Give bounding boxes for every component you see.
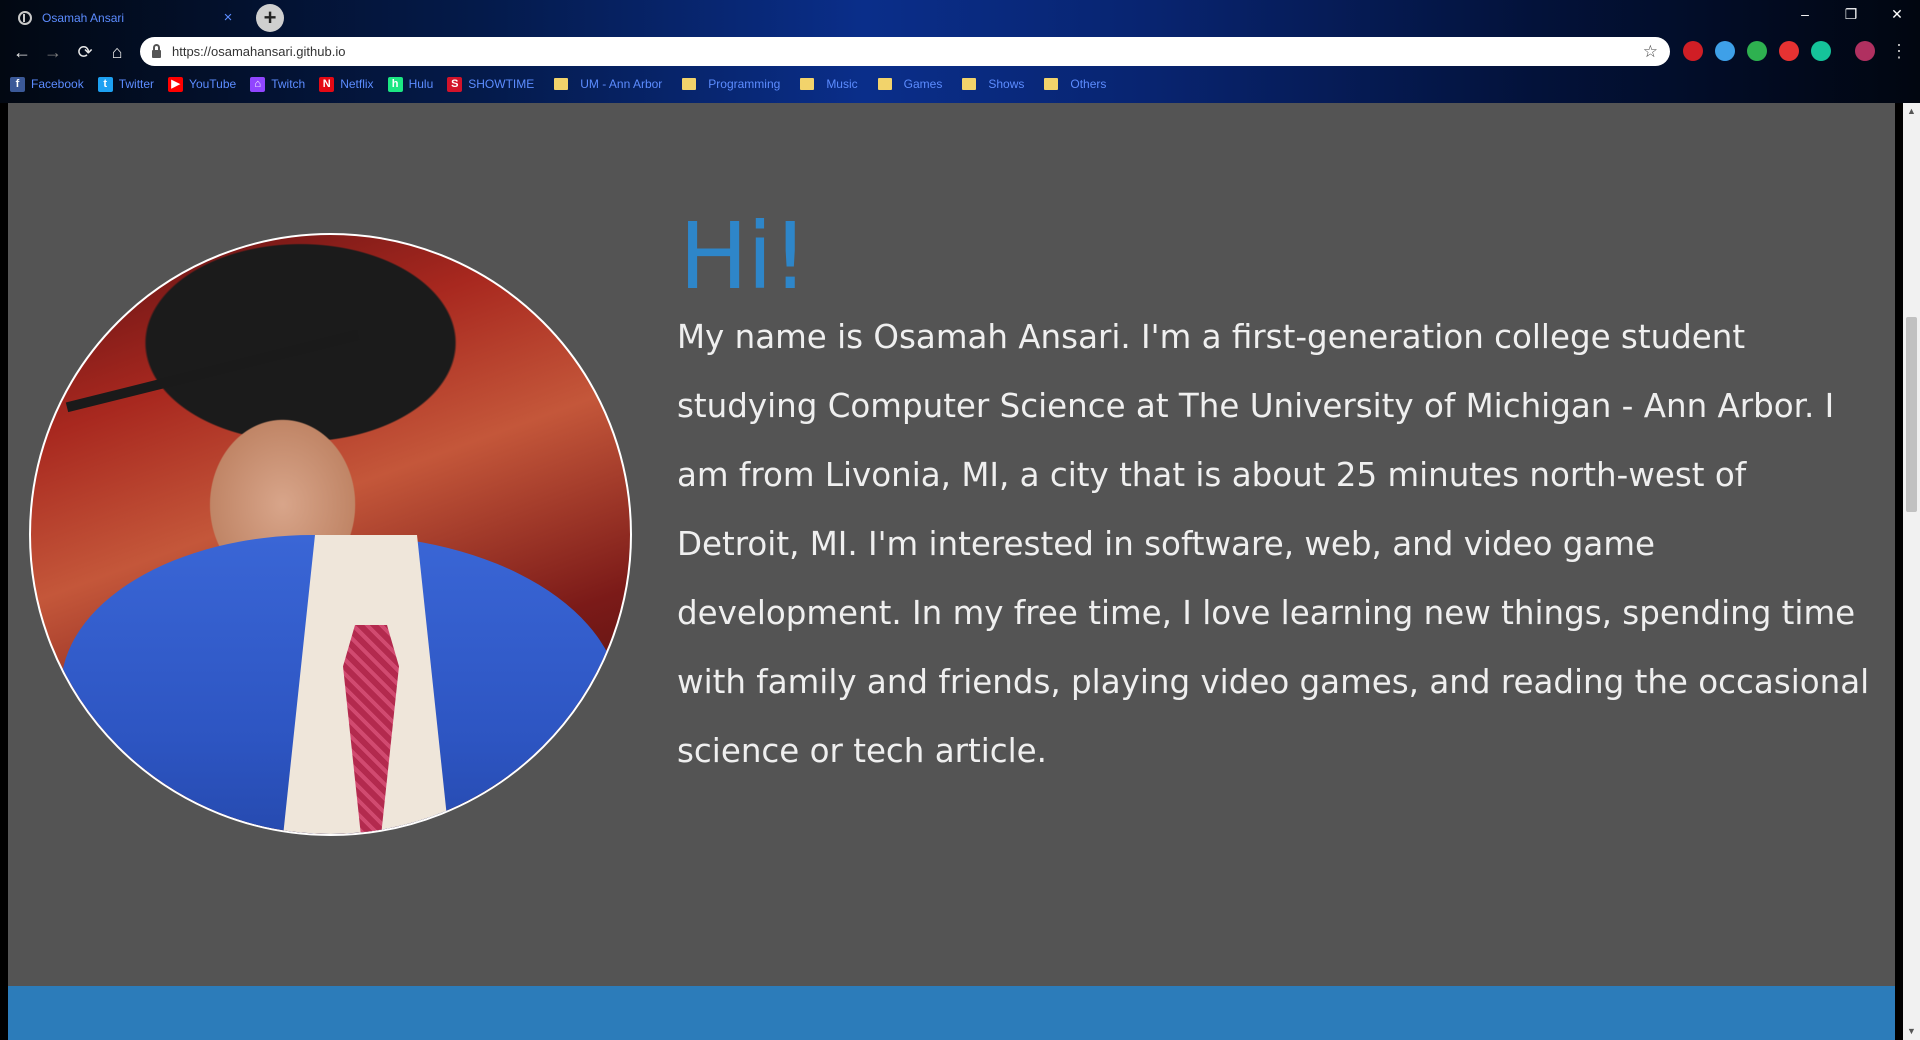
bookmark-folder-label: Shows: [988, 77, 1025, 91]
photo-glasses: [65, 329, 377, 481]
restore-button[interactable]: ❐: [1828, 0, 1874, 30]
url-text[interactable]: https://osamahansari.github.io: [172, 44, 1643, 59]
folder-icon: [554, 78, 569, 90]
bookmark-label: Twitter: [118, 77, 155, 91]
scroll-down-arrow-icon[interactable]: ▼: [1903, 1023, 1920, 1040]
lock-icon: [152, 43, 161, 58]
address-bar[interactable]: https://osamahansari.github.io ☆: [140, 37, 1670, 66]
bookmark-label: Twitch: [271, 77, 306, 91]
facebook-icon: f: [10, 76, 25, 92]
bookmark-folder-label: Others: [1070, 77, 1107, 91]
bookmark-label: SHOWTIME: [468, 77, 535, 91]
greeting-heading: Hi!: [679, 203, 809, 310]
minimize-button[interactable]: –: [1782, 0, 1828, 30]
extension-icon-3[interactable]: [1747, 41, 1767, 61]
bookmark-facebook[interactable]: f Facebook: [10, 76, 84, 92]
bookmark-star-icon[interactable]: ☆: [1643, 42, 1658, 62]
folder-icon: [962, 78, 977, 90]
tab-strip: Osamah Ansari × + – ❐ ✕: [0, 0, 1920, 33]
twitter-icon: t: [97, 76, 113, 92]
close-window-button[interactable]: ✕: [1874, 0, 1920, 30]
bookmark-folder-others[interactable]: Others: [1038, 77, 1106, 91]
browser-toolbar: ← → ⟳ ⌂ https://osamahansari.github.io ☆…: [0, 36, 1920, 68]
bookmark-folder-shows[interactable]: Shows: [956, 77, 1024, 91]
bookmark-label: Facebook: [31, 77, 84, 91]
vertical-scrollbar[interactable]: ▲ ▼: [1903, 103, 1920, 1040]
forward-button[interactable]: →: [39, 38, 67, 66]
bookmark-folder-label: UM - Ann Arbor: [580, 77, 663, 91]
bookmark-folder-programming[interactable]: Programming: [676, 77, 780, 91]
bookmarks-bar: f Facebook t Twitter ▶ YouTube ⌂ Twitch …: [10, 72, 1120, 96]
bookmark-folder-label: Programming: [708, 77, 781, 91]
bookmark-folder-label: Games: [903, 77, 943, 91]
bookmark-youtube[interactable]: ▶ YouTube: [168, 76, 237, 92]
next-section-band: [8, 986, 1895, 1040]
netflix-icon: N: [319, 76, 335, 92]
page-viewport: Hi! My name is Osamah Ansari. I'm a firs…: [0, 103, 1920, 1040]
about-section: Hi! My name is Osamah Ansari. I'm a firs…: [8, 103, 1895, 1040]
bookmark-twitter[interactable]: t Twitter: [97, 76, 155, 92]
window-controls: – ❐ ✕: [1782, 0, 1920, 30]
globe-icon: [18, 10, 32, 25]
menu-icon[interactable]: ⋮: [1890, 38, 1908, 64]
hulu-icon: h: [387, 76, 403, 92]
profile-avatar[interactable]: [1855, 41, 1875, 61]
bookmark-netflix[interactable]: N Netflix: [319, 76, 374, 92]
scrollbar-thumb[interactable]: [1906, 317, 1917, 512]
extension-icon-1[interactable]: [1683, 41, 1703, 61]
scroll-up-arrow-icon[interactable]: ▲: [1903, 103, 1920, 120]
youtube-icon: ▶: [168, 76, 184, 92]
tab-title: Osamah Ansari: [42, 10, 125, 25]
extension-icon-2[interactable]: [1715, 41, 1735, 61]
tab-osamah-ansari[interactable]: Osamah Ansari ×: [6, 2, 248, 33]
back-button[interactable]: ←: [8, 38, 36, 66]
profile-photo: [29, 233, 632, 836]
folder-icon: [800, 78, 815, 90]
bookmark-folder-music[interactable]: Music: [794, 77, 858, 91]
new-tab-button[interactable]: +: [256, 4, 284, 32]
showtime-icon: S: [447, 76, 463, 92]
bookmark-folder-games[interactable]: Games: [872, 77, 943, 91]
home-button[interactable]: ⌂: [103, 38, 131, 66]
tab-close-icon[interactable]: ×: [220, 9, 236, 26]
extension-icon-5[interactable]: [1811, 41, 1831, 61]
bookmark-label: Hulu: [408, 77, 434, 91]
browser-chrome: Osamah Ansari × + – ❐ ✕ ← → ⟳ ⌂ https://…: [0, 0, 1920, 103]
bookmark-label: Netflix: [340, 77, 374, 91]
bio-paragraph: My name is Osamah Ansari. I'm a first-ge…: [677, 318, 1870, 770]
bookmark-folder-label: Music: [826, 77, 858, 91]
bookmark-showtime[interactable]: S SHOWTIME: [447, 76, 535, 92]
reload-button[interactable]: ⟳: [71, 38, 99, 66]
extension-icon-4[interactable]: [1779, 41, 1799, 61]
folder-icon: [1044, 78, 1059, 90]
bookmark-folder-um-ann-arbor[interactable]: UM - Ann Arbor: [548, 77, 662, 91]
folder-icon: [682, 78, 697, 90]
bookmark-hulu[interactable]: h Hulu: [387, 76, 434, 92]
bookmark-twitch[interactable]: ⌂ Twitch: [250, 76, 306, 92]
twitch-icon: ⌂: [250, 76, 266, 92]
bookmark-label: YouTube: [189, 77, 237, 91]
folder-icon: [877, 78, 892, 90]
